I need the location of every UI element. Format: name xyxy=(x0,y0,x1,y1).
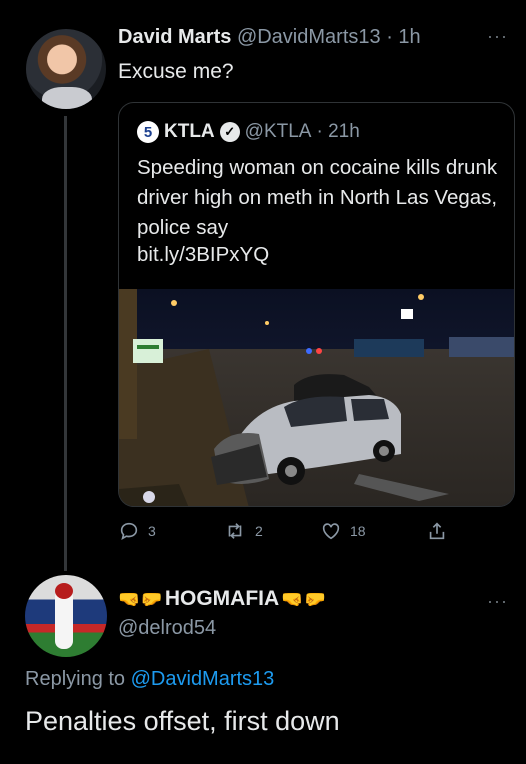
like-button[interactable]: 18 xyxy=(320,520,366,542)
quote-tweet-card[interactable]: 5 KTLA ✓ @KTLA · 21h Speeding woman on c… xyxy=(118,102,515,507)
tweet-text: Excuse me? xyxy=(118,60,234,83)
like-count: 18 xyxy=(350,523,366,539)
verified-badge-icon: ✓ xyxy=(219,122,240,142)
reply-count: 3 xyxy=(148,523,156,539)
replying-prefix: Replying to xyxy=(25,668,126,690)
tweet-header: David Marts @DavidMarts13 · 1h xyxy=(118,26,421,49)
tweet-header: 🤜🤛 HOGMAFIA 🤜🤛 xyxy=(118,587,326,611)
avatar[interactable] xyxy=(25,575,107,657)
ktla-logo-icon[interactable]: 5 xyxy=(137,121,159,143)
fist-bump-emoji-icon: 🤜🤛 xyxy=(118,588,163,609)
tweet-reply[interactable]: 🤜🤛 HOGMAFIA 🤜🤛 @delrod54 ··· Replying to… xyxy=(0,565,526,764)
reply-icon xyxy=(120,522,138,541)
quote-text: Speeding woman on cocaine kills drunk dr… xyxy=(137,156,498,239)
author-handle[interactable]: @delrod54 xyxy=(118,617,216,640)
quote-link[interactable]: bit.ly/3BIPxYQ xyxy=(137,243,269,267)
thread-line xyxy=(64,116,67,571)
author-name[interactable]: HOGMAFIA xyxy=(165,587,279,611)
avatar[interactable] xyxy=(26,29,106,109)
more-options-icon[interactable]: ··· xyxy=(487,26,508,47)
retweet-icon xyxy=(228,523,242,539)
reply-button[interactable]: 3 xyxy=(118,520,156,542)
quote-author-handle[interactable]: @KTLA xyxy=(245,121,312,143)
tweet-actions: 3 2 18 xyxy=(118,520,458,546)
tweet-main[interactable]: David Marts @DavidMarts13 · 1h ··· Excus… xyxy=(0,0,526,571)
heart-icon xyxy=(322,523,340,540)
author-name[interactable]: David Marts xyxy=(118,26,231,48)
tweet-time[interactable]: · 1h xyxy=(386,26,420,48)
quote-header: 5 KTLA ✓ @KTLA · 21h xyxy=(137,121,360,143)
quote-author-name[interactable]: KTLA xyxy=(164,121,215,143)
retweet-count: 2 xyxy=(255,523,263,539)
quote-time[interactable]: · 21h xyxy=(316,121,359,143)
tweet-text: Penalties offset, first down xyxy=(25,706,340,736)
more-options-icon[interactable]: ··· xyxy=(487,591,508,612)
replying-mention-link[interactable]: @DavidMarts13 xyxy=(131,668,275,690)
retweet-button[interactable]: 2 xyxy=(223,520,263,542)
share-button[interactable] xyxy=(426,520,448,542)
fist-bump-emoji-icon: 🤜🤛 xyxy=(281,588,326,609)
crash-scene-photo[interactable] xyxy=(119,289,514,506)
share-icon xyxy=(429,522,445,540)
replying-to: Replying to @DavidMarts13 xyxy=(25,668,274,691)
author-handle[interactable]: @DavidMarts13 xyxy=(237,26,381,48)
